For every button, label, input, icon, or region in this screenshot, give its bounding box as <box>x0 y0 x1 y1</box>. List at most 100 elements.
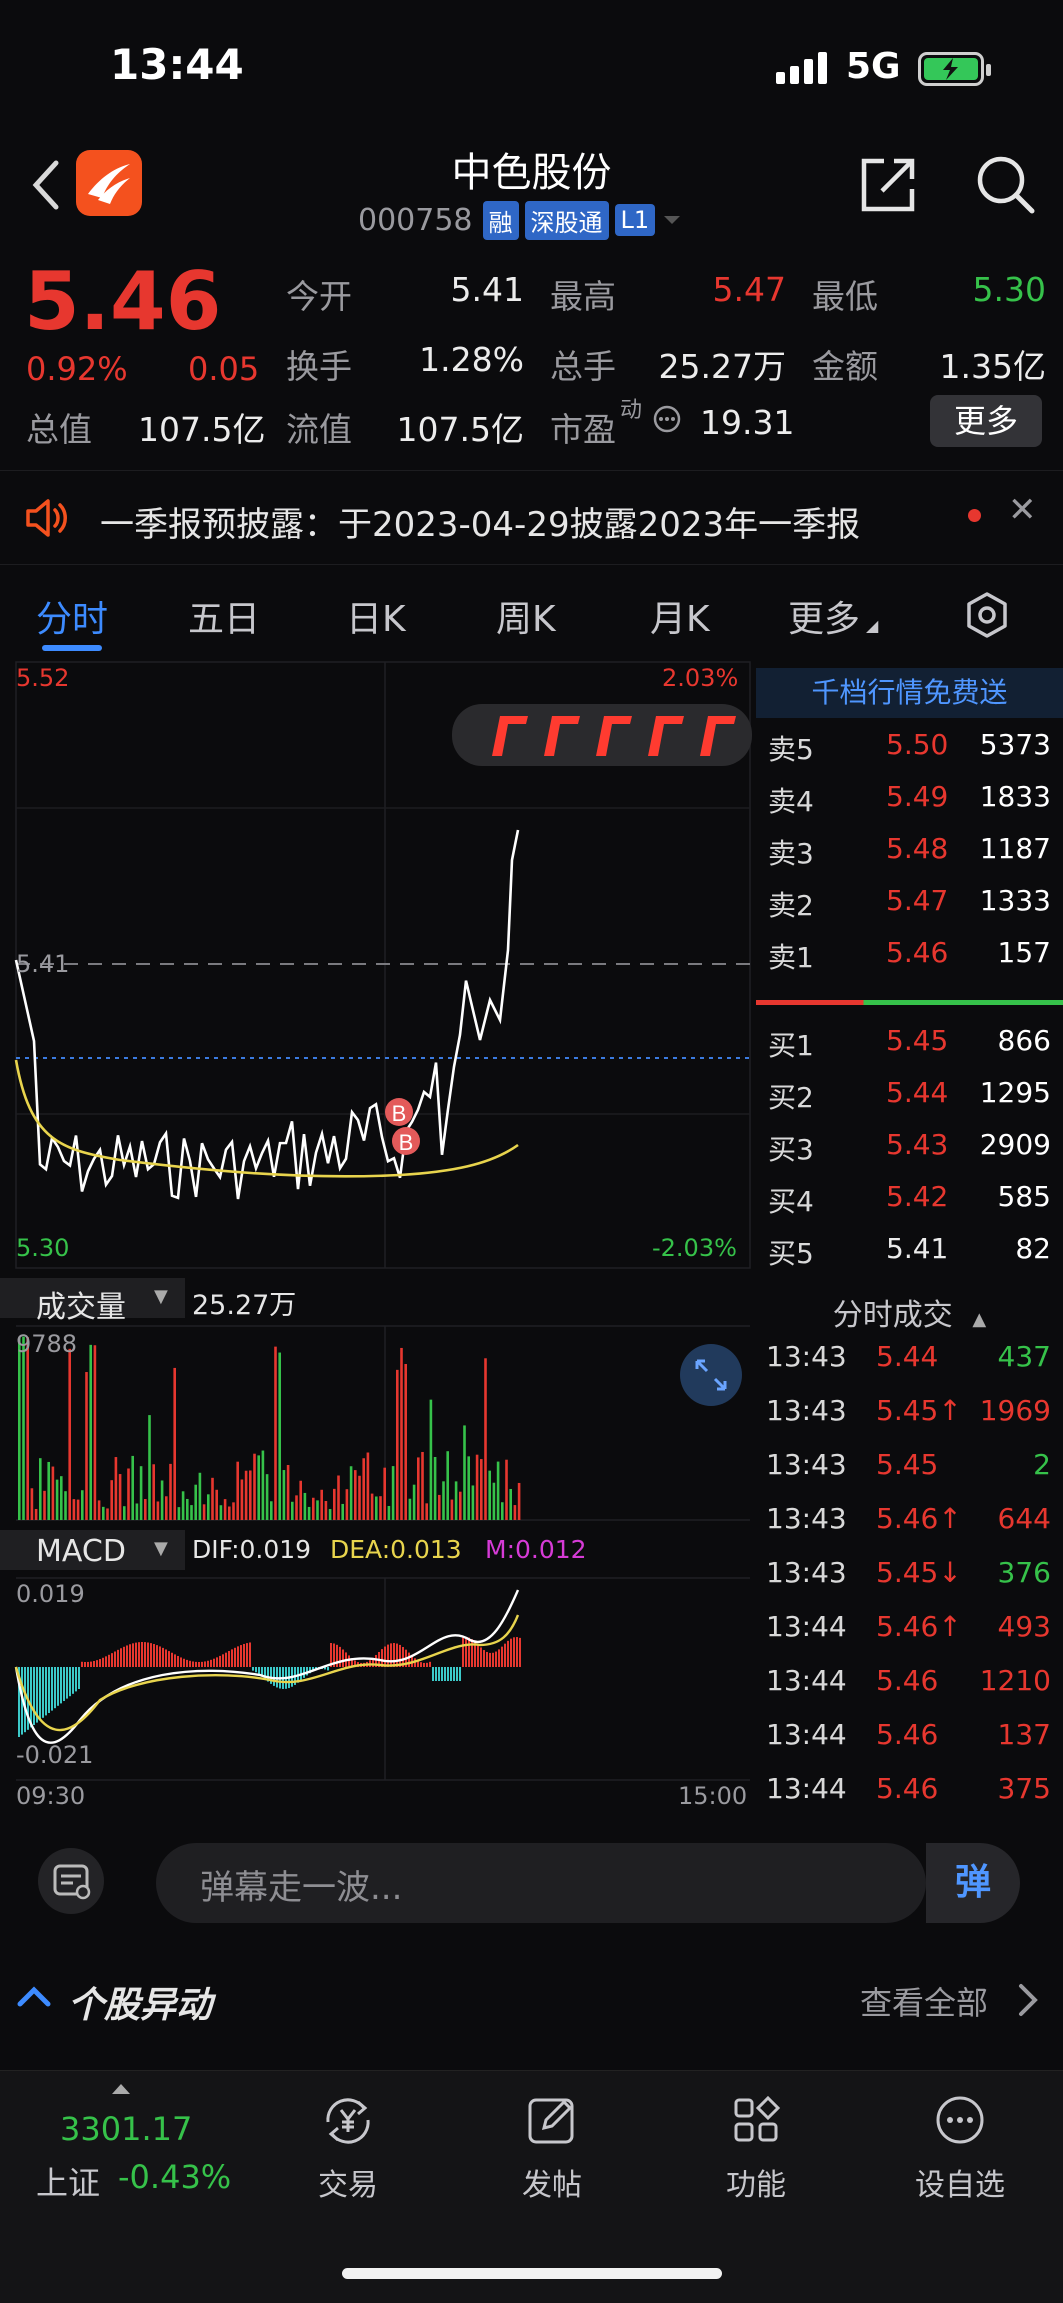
stock-code-row[interactable]: 000758 融 深股通 L1 <box>358 200 683 240</box>
macd-bar <box>183 1658 185 1667</box>
nav-post[interactable]: 发帖 <box>482 2092 622 2204</box>
trade-price: 5.46↑ <box>876 1610 962 1643</box>
macd-bar <box>396 1643 398 1667</box>
ask-price: 5.50 <box>886 728 949 761</box>
close-icon[interactable]: ✕ <box>1008 490 1037 530</box>
danmu-send-button[interactable]: 弹 <box>926 1843 1020 1923</box>
macd-bar <box>426 1662 428 1667</box>
volume-bar <box>475 1454 479 1520</box>
macd-bar <box>504 1643 506 1667</box>
volume-bar <box>43 1490 46 1520</box>
nav-functions[interactable]: 功能 <box>686 2092 826 2204</box>
macd-bar <box>189 1660 191 1667</box>
macd-bar <box>222 1654 224 1667</box>
tab-daily-k[interactable]: 日K <box>346 590 406 642</box>
ask-volume: 1333 <box>979 884 1051 917</box>
trades-title[interactable]: 分时成交 ▲ <box>756 1290 1063 1334</box>
volume-bar <box>165 1496 168 1520</box>
collapse-button[interactable] <box>14 1976 54 2020</box>
trade-price: 5.46 <box>876 1664 939 1697</box>
bid-row[interactable]: 买3 5.43 2909 <box>756 1128 1063 1180</box>
index-name[interactable]: 上证 <box>36 2158 100 2204</box>
ask-row[interactable]: 卖3 5.48 1187 <box>756 832 1063 884</box>
macd-bar <box>486 1651 488 1667</box>
chevron-right-icon[interactable] <box>1013 1980 1043 2024</box>
chart-settings-button[interactable] <box>962 590 1012 644</box>
volume-value: 25.27万 <box>658 347 786 386</box>
volume-bar <box>72 1499 76 1520</box>
dea-value: DEA:0.013 <box>330 1535 462 1564</box>
ask-row[interactable]: 卖4 5.49 1833 <box>756 780 1063 832</box>
tab-monthly-k[interactable]: 月K <box>650 590 710 642</box>
index-change[interactable]: -0.43% <box>118 2158 231 2196</box>
pe-info-button[interactable] <box>652 404 682 438</box>
ask-row[interactable]: 卖1 5.46 157 <box>756 936 1063 988</box>
tab-five-day[interactable]: 五日 <box>188 590 260 642</box>
bid-price: 5.42 <box>886 1180 949 1213</box>
macd-bar <box>225 1652 227 1667</box>
volume-bar <box>354 1470 357 1520</box>
macd-bar <box>435 1667 437 1681</box>
view-all-link[interactable]: 查看全部 <box>860 1978 988 2024</box>
price-bottom-label: 5.30 <box>16 1234 70 1262</box>
volume-bar <box>240 1479 244 1520</box>
caret-down-icon: ▼ <box>154 1286 168 1307</box>
search-button[interactable] <box>974 153 1036 219</box>
macd-bar <box>255 1667 257 1673</box>
index-value[interactable]: 3301.17 <box>60 2110 192 2148</box>
volume-bar <box>387 1505 391 1520</box>
macd-bar <box>177 1655 179 1667</box>
macd-bar <box>468 1637 470 1667</box>
macd-bar <box>441 1667 443 1681</box>
pe-value: 19.31 <box>700 403 795 442</box>
nav-add-watchlist[interactable]: 设自选 <box>890 2092 1030 2204</box>
tab-weekly-k[interactable]: 周K <box>496 590 556 642</box>
bid-row[interactable]: 买2 5.44 1295 <box>756 1076 1063 1128</box>
danmu-toggle-button[interactable] <box>38 1848 104 1914</box>
volume-bar <box>337 1475 340 1520</box>
volume-bar <box>202 1504 206 1520</box>
open-label: 今开 <box>286 277 352 316</box>
tab-more[interactable]: 更多 ◢ <box>788 590 878 642</box>
ask-row[interactable]: 卖5 5.50 5373 <box>756 728 1063 780</box>
level2-promo-banner[interactable]: 千档行情免费送 <box>756 668 1063 718</box>
buy-marker[interactable]: B <box>392 1127 420 1155</box>
macd-bar <box>33 1667 35 1725</box>
ask-label: 卖3 <box>768 837 814 870</box>
trade-volume: 1210 <box>979 1664 1051 1697</box>
expand-button[interactable] <box>680 1344 742 1406</box>
volume-bar <box>366 1452 370 1520</box>
volume-bar <box>265 1474 269 1520</box>
volume-bar <box>68 1348 71 1520</box>
macd-bar <box>195 1661 197 1667</box>
intraday-chart[interactable]: B B <box>0 660 752 1810</box>
promo-badge[interactable] <box>452 704 752 766</box>
caret-down-icon <box>664 216 681 224</box>
buy-marker[interactable]: B <box>385 1098 413 1126</box>
ask-volume: 5373 <box>979 728 1051 761</box>
bid-row[interactable]: 买1 5.45 866 <box>756 1024 1063 1076</box>
volume-max-label: 9788 <box>16 1330 78 1358</box>
volume-bar <box>320 1489 323 1520</box>
ask-label: 卖1 <box>768 941 814 974</box>
volume-bar <box>278 1352 281 1520</box>
volume-bar <box>328 1509 332 1520</box>
tag-connect: 深股通 <box>524 200 609 240</box>
volume-bar <box>467 1456 470 1520</box>
orderbook-ratio-bar <box>756 1000 1063 1005</box>
ask-row[interactable]: 卖2 5.47 1333 <box>756 884 1063 936</box>
macd-histogram <box>18 1637 521 1737</box>
macd-bar <box>246 1643 248 1667</box>
time-start-label: 09:30 <box>16 1782 86 1810</box>
bid-row[interactable]: 买4 5.42 585 <box>756 1180 1063 1232</box>
volume-bar <box>404 1364 407 1520</box>
volume-bar <box>177 1507 181 1520</box>
more-button[interactable]: 更多 <box>930 395 1042 447</box>
bid-row[interactable]: 买5 5.41 82 <box>756 1232 1063 1284</box>
tab-intraday[interactable]: 分时 <box>36 590 108 642</box>
nav-trade[interactable]: 交易 <box>278 2092 418 2204</box>
volume-bar <box>30 1488 34 1520</box>
change-percent: 0.92% <box>26 350 128 388</box>
notice-bar[interactable]: 一季报预披露：于2023-04-29披露2023年一季报 <box>0 470 1063 565</box>
share-button[interactable] <box>858 155 918 219</box>
